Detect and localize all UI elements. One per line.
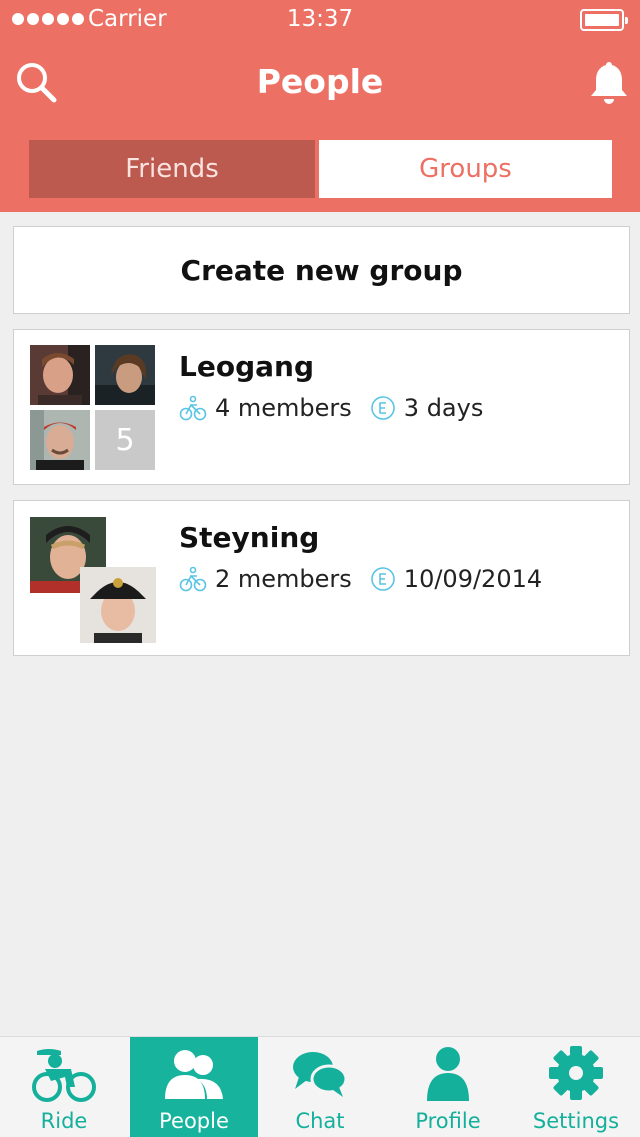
tab-bar: Ride People Chat Profile Settings [0,1036,640,1137]
tab-groups[interactable]: Groups [319,140,612,198]
status-bar: Carrier 13:37 [0,0,640,40]
member-avatar [80,567,156,643]
status-time: 13:37 [286,6,354,32]
member-avatar [30,345,90,405]
people-icon [130,1045,258,1103]
tab-settings[interactable]: Settings [512,1037,640,1137]
tab-label: Profile [415,1109,481,1133]
group-name: Leogang [179,350,314,383]
group-meta: 2 members 10/09/2014 [179,565,542,593]
group-event-info: 3 days [403,394,484,422]
battery-icon [580,9,628,31]
bike-rider-icon [0,1045,128,1103]
extra-members-count: 5 [95,410,155,470]
tab-label: People [159,1109,229,1133]
member-avatar [95,345,155,405]
group-members: 4 members [215,394,352,422]
tab-people[interactable]: People [130,1037,258,1137]
tab-chat[interactable]: Chat [256,1037,384,1137]
bike-rider-icon [179,566,207,592]
tab-label: Chat [295,1109,345,1133]
header-bar: Carrier 13:37 People Friends Groups [0,0,640,212]
tab-profile[interactable]: Profile [384,1037,512,1137]
create-new-group-button[interactable]: Create new group [13,226,630,314]
event-icon [370,566,396,592]
group-card-leogang[interactable]: 5 Leogang 4 members 3 days [13,329,630,485]
tab-friends[interactable]: Friends [29,140,315,198]
bike-rider-icon [179,395,207,421]
group-event-info: 10/09/2014 [403,565,543,593]
group-card-steyning[interactable]: Steyning 2 members 10/09/2014 [13,500,630,656]
group-members: 2 members [215,565,352,593]
bell-icon[interactable] [584,58,634,108]
gear-icon [512,1045,640,1103]
person-icon [384,1045,512,1103]
tab-label: Settings [532,1109,620,1133]
event-icon [370,395,396,421]
chat-bubbles-icon [256,1045,384,1103]
page-title: People [256,62,384,101]
group-name: Steyning [179,521,320,554]
tab-ride[interactable]: Ride [0,1037,128,1137]
group-meta: 4 members 3 days [179,394,483,422]
tab-label: Ride [40,1109,88,1133]
member-avatar [30,410,90,470]
